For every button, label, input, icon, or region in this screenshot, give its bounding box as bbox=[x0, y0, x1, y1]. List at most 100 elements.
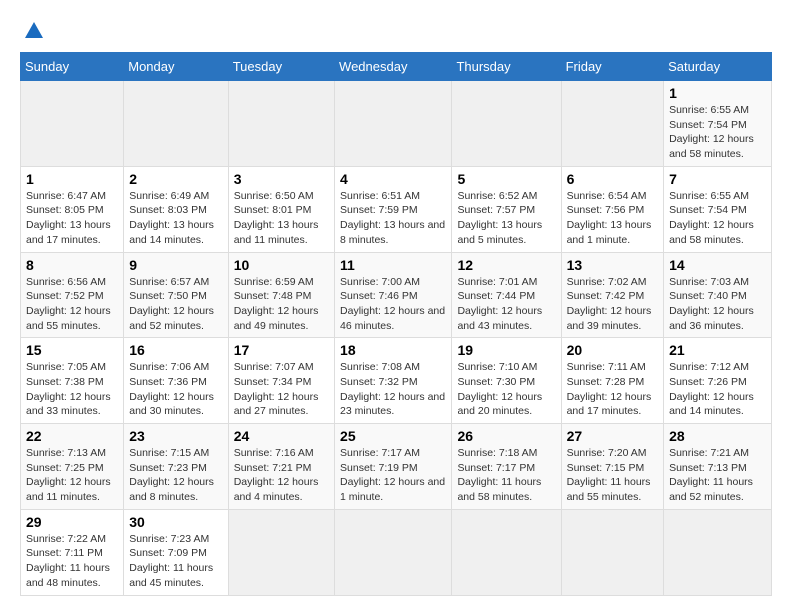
calendar-cell: 8 Sunrise: 6:56 AMSunset: 7:52 PMDaylight… bbox=[21, 252, 124, 338]
calendar-cell: 24Sunrise: 7:16 AMSunset: 7:21 PMDayligh… bbox=[228, 424, 334, 510]
day-number: 28 bbox=[669, 428, 766, 444]
calendar-cell: 17Sunrise: 7:07 AMSunset: 7:34 PMDayligh… bbox=[228, 338, 334, 424]
calendar-cell: 3 Sunrise: 6:50 AMSunset: 8:01 PMDaylight… bbox=[228, 166, 334, 252]
day-number: 1 bbox=[669, 85, 766, 101]
day-info: Sunrise: 7:06 AMSunset: 7:36 PMDaylight:… bbox=[129, 361, 214, 417]
day-number: 16 bbox=[129, 342, 222, 358]
calendar-cell: 27Sunrise: 7:20 AMSunset: 7:15 PMDayligh… bbox=[561, 424, 664, 510]
day-info: Sunrise: 7:07 AMSunset: 7:34 PMDaylight:… bbox=[234, 361, 319, 417]
calendar-cell: 18 Sunrise: 7:08 AMSunset: 7:32 PMDayligh… bbox=[335, 338, 452, 424]
calendar-cell: 16 Sunrise: 7:06 AMSunset: 7:36 PMDayligh… bbox=[124, 338, 228, 424]
day-info: Sunrise: 7:15 AMSunset: 7:23 PMDaylight:… bbox=[129, 447, 214, 503]
day-number: 8 bbox=[26, 257, 118, 273]
day-info: Sunrise: 7:17 AMSunset: 7:19 PMDaylight:… bbox=[340, 447, 445, 503]
header-thursday: Thursday bbox=[452, 53, 561, 81]
calendar-cell bbox=[124, 81, 228, 167]
header-friday: Friday bbox=[561, 53, 664, 81]
calendar-cell: 11Sunrise: 7:00 AMSunset: 7:46 PMDayligh… bbox=[335, 252, 452, 338]
day-info: Sunrise: 7:08 AMSunset: 7:32 PMDaylight:… bbox=[340, 361, 445, 417]
day-number: 7 bbox=[669, 171, 766, 187]
calendar-cell: 10 Sunrise: 6:59 AMSunset: 7:48 PMDayligh… bbox=[228, 252, 334, 338]
calendar-cell: 22Sunrise: 7:13 AMSunset: 7:25 PMDayligh… bbox=[21, 424, 124, 510]
calendar-cell bbox=[228, 509, 334, 595]
calendar-cell bbox=[335, 81, 452, 167]
day-number: 9 bbox=[129, 257, 222, 273]
day-info: Sunrise: 7:23 AMSunset: 7:09 PMDaylight:… bbox=[129, 533, 213, 589]
day-info: Sunrise: 6:55 AMSunset: 7:54 PMDaylight:… bbox=[669, 190, 754, 246]
page-header bbox=[20, 20, 772, 42]
day-info: Sunrise: 7:12 AMSunset: 7:26 PMDaylight:… bbox=[669, 361, 754, 417]
day-info: Sunrise: 7:02 AMSunset: 7:42 PMDaylight:… bbox=[567, 276, 652, 332]
calendar-cell: 28 Sunrise: 7:21 AMSunset: 7:13 PMDayligh… bbox=[664, 424, 772, 510]
calendar-cell: 15 Sunrise: 7:05 AMSunset: 7:38 PMDayligh… bbox=[21, 338, 124, 424]
day-number: 24 bbox=[234, 428, 329, 444]
calendar-cell bbox=[228, 81, 334, 167]
day-number: 11 bbox=[340, 257, 446, 273]
calendar-cell: 30 Sunrise: 7:23 AMSunset: 7:09 PMDayligh… bbox=[124, 509, 228, 595]
day-number: 29 bbox=[26, 514, 118, 530]
header-tuesday: Tuesday bbox=[228, 53, 334, 81]
day-info: Sunrise: 6:54 AMSunset: 7:56 PMDaylight:… bbox=[567, 190, 652, 246]
day-info: Sunrise: 6:49 AMSunset: 8:03 PMDaylight:… bbox=[129, 190, 214, 246]
day-info: Sunrise: 7:18 AMSunset: 7:17 PMDaylight:… bbox=[457, 447, 541, 503]
header-wednesday: Wednesday bbox=[335, 53, 452, 81]
calendar-cell: 1Sunrise: 6:47 AMSunset: 8:05 PMDaylight… bbox=[21, 166, 124, 252]
calendar-cell: 25 Sunrise: 7:17 AMSunset: 7:19 PMDayligh… bbox=[335, 424, 452, 510]
week-row-0: 1 Sunrise: 6:55 AMSunset: 7:54 PMDaylight… bbox=[21, 81, 772, 167]
day-info: Sunrise: 6:51 AMSunset: 7:59 PMDaylight:… bbox=[340, 190, 445, 246]
calendar-cell: 7 Sunrise: 6:55 AMSunset: 7:54 PMDaylight… bbox=[664, 166, 772, 252]
calendar-cell: 20Sunrise: 7:11 AMSunset: 7:28 PMDayligh… bbox=[561, 338, 664, 424]
day-info: Sunrise: 6:59 AMSunset: 7:48 PMDaylight:… bbox=[234, 276, 319, 332]
calendar-cell: 21 Sunrise: 7:12 AMSunset: 7:26 PMDayligh… bbox=[664, 338, 772, 424]
day-number: 13 bbox=[567, 257, 659, 273]
calendar-cell bbox=[452, 81, 561, 167]
day-info: Sunrise: 6:52 AMSunset: 7:57 PMDaylight:… bbox=[457, 190, 542, 246]
day-number: 23 bbox=[129, 428, 222, 444]
day-number: 30 bbox=[129, 514, 222, 530]
calendar-cell: 6Sunrise: 6:54 AMSunset: 7:56 PMDaylight… bbox=[561, 166, 664, 252]
calendar-cell: 5 Sunrise: 6:52 AMSunset: 7:57 PMDaylight… bbox=[452, 166, 561, 252]
week-row-5: 29 Sunrise: 7:22 AMSunset: 7:11 PMDayligh… bbox=[21, 509, 772, 595]
day-number: 20 bbox=[567, 342, 659, 358]
day-number: 27 bbox=[567, 428, 659, 444]
day-info: Sunrise: 6:55 AMSunset: 7:54 PMDaylight:… bbox=[669, 104, 754, 160]
day-info: Sunrise: 7:03 AMSunset: 7:40 PMDaylight:… bbox=[669, 276, 754, 332]
day-number: 25 bbox=[340, 428, 446, 444]
week-row-1: 1Sunrise: 6:47 AMSunset: 8:05 PMDaylight… bbox=[21, 166, 772, 252]
day-info: Sunrise: 7:21 AMSunset: 7:13 PMDaylight:… bbox=[669, 447, 753, 503]
day-number: 2 bbox=[129, 171, 222, 187]
week-row-2: 8 Sunrise: 6:56 AMSunset: 7:52 PMDaylight… bbox=[21, 252, 772, 338]
header-sunday: Sunday bbox=[21, 53, 124, 81]
calendar-cell: 9 Sunrise: 6:57 AMSunset: 7:50 PMDaylight… bbox=[124, 252, 228, 338]
day-number: 21 bbox=[669, 342, 766, 358]
day-number: 10 bbox=[234, 257, 329, 273]
calendar-cell: 13 Sunrise: 7:02 AMSunset: 7:42 PMDayligh… bbox=[561, 252, 664, 338]
day-number: 18 bbox=[340, 342, 446, 358]
calendar-cell: 12Sunrise: 7:01 AMSunset: 7:44 PMDayligh… bbox=[452, 252, 561, 338]
calendar-cell: 1 Sunrise: 6:55 AMSunset: 7:54 PMDaylight… bbox=[664, 81, 772, 167]
calendar-cell bbox=[21, 81, 124, 167]
calendar-cell bbox=[561, 81, 664, 167]
calendar-cell bbox=[335, 509, 452, 595]
day-info: Sunrise: 6:50 AMSunset: 8:01 PMDaylight:… bbox=[234, 190, 319, 246]
day-number: 3 bbox=[234, 171, 329, 187]
day-number: 19 bbox=[457, 342, 555, 358]
calendar-cell: 23 Sunrise: 7:15 AMSunset: 7:23 PMDayligh… bbox=[124, 424, 228, 510]
day-info: Sunrise: 6:56 AMSunset: 7:52 PMDaylight:… bbox=[26, 276, 111, 332]
calendar-cell: 2 Sunrise: 6:49 AMSunset: 8:03 PMDaylight… bbox=[124, 166, 228, 252]
week-row-4: 22Sunrise: 7:13 AMSunset: 7:25 PMDayligh… bbox=[21, 424, 772, 510]
day-info: Sunrise: 7:10 AMSunset: 7:30 PMDaylight:… bbox=[457, 361, 542, 417]
calendar-cell: 14Sunrise: 7:03 AMSunset: 7:40 PMDayligh… bbox=[664, 252, 772, 338]
day-number: 1 bbox=[26, 171, 118, 187]
day-info: Sunrise: 7:22 AMSunset: 7:11 PMDaylight:… bbox=[26, 533, 110, 589]
calendar-cell: 4Sunrise: 6:51 AMSunset: 7:59 PMDaylight… bbox=[335, 166, 452, 252]
day-info: Sunrise: 7:05 AMSunset: 7:38 PMDaylight:… bbox=[26, 361, 111, 417]
logo-icon bbox=[23, 20, 45, 42]
day-info: Sunrise: 6:57 AMSunset: 7:50 PMDaylight:… bbox=[129, 276, 214, 332]
day-number: 5 bbox=[457, 171, 555, 187]
day-number: 15 bbox=[26, 342, 118, 358]
calendar-cell: 19 Sunrise: 7:10 AMSunset: 7:30 PMDayligh… bbox=[452, 338, 561, 424]
calendar-cell bbox=[561, 509, 664, 595]
calendar-cell: 26Sunrise: 7:18 AMSunset: 7:17 PMDayligh… bbox=[452, 424, 561, 510]
logo bbox=[20, 20, 45, 42]
